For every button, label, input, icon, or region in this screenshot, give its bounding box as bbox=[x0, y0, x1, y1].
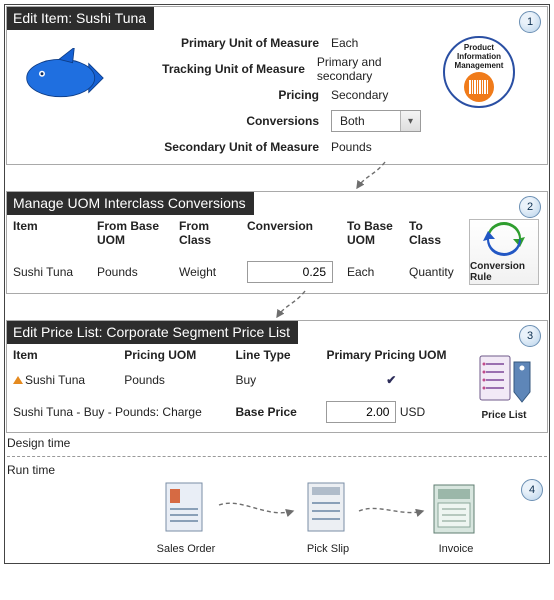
value-tracking-uom: Primary and secondary bbox=[317, 55, 431, 83]
table-header-row: Item From Base UOM From Class Conversion… bbox=[7, 215, 547, 255]
base-price-input[interactable] bbox=[326, 401, 396, 423]
runtime-flow: 4 Sales Order Pick Slip bbox=[5, 479, 549, 563]
chevron-down-icon[interactable]: ▾ bbox=[400, 111, 420, 131]
label-pricing: Pricing bbox=[131, 88, 331, 102]
cell-item: Sushi Tuna bbox=[7, 255, 91, 289]
sales-order-label: Sales Order bbox=[155, 544, 217, 555]
price-list-icon: Price List bbox=[469, 348, 539, 424]
pick-slip-node: Pick Slip bbox=[297, 481, 359, 555]
col-pricing-uom: Pricing UOM bbox=[118, 344, 229, 368]
sales-order-node: Sales Order bbox=[155, 481, 217, 555]
document-icon bbox=[160, 481, 212, 539]
conversion-rule-icon[interactable]: Conversion Rule bbox=[469, 219, 539, 285]
col-item: Item bbox=[7, 215, 91, 255]
panel-title-edit-price-list: Edit Price List: Corporate Segment Price… bbox=[7, 321, 298, 344]
cell-pricing-uom: Pounds bbox=[118, 368, 229, 392]
col-line-type: Line Type bbox=[229, 344, 320, 368]
barcode-icon bbox=[464, 72, 494, 102]
panel-edit-item: 1 Edit Item: Sushi Tuna Primary Unit of … bbox=[6, 6, 548, 165]
check-icon: ✔ bbox=[320, 368, 462, 392]
step-badge-4: 4 bbox=[521, 479, 543, 501]
col-primary-pricing-uom: Primary Pricing UOM bbox=[320, 344, 462, 368]
panel-edit-price-list: 3 Edit Price List: Corporate Segment Pri… bbox=[6, 320, 548, 433]
label-primary-uom: Primary Unit of Measure bbox=[131, 36, 331, 50]
cell-item: Sushi Tuna bbox=[7, 368, 118, 392]
pim-line3: Management bbox=[455, 61, 504, 70]
flow-arrow-icon bbox=[265, 289, 325, 323]
label-tracking-uom: Tracking Unit of Measure bbox=[131, 62, 317, 76]
pim-badge: Product Information Management bbox=[441, 30, 517, 108]
invoice-node: Invoice bbox=[425, 481, 487, 555]
conversion-rule-label: Conversion Rule bbox=[470, 261, 538, 283]
price-list-table: Item Pricing UOM Line Type Primary Prici… bbox=[7, 344, 547, 428]
pim-line1: Product bbox=[464, 43, 494, 52]
panel-title-edit-item: Edit Item: Sushi Tuna bbox=[7, 7, 154, 30]
cycle-arrows-icon bbox=[483, 221, 525, 257]
pim-line2: Information bbox=[457, 52, 501, 61]
triangle-icon bbox=[13, 376, 23, 384]
cell-from-base: Pounds bbox=[91, 255, 173, 289]
diagram-frame: 1 Edit Item: Sushi Tuna Primary Unit of … bbox=[4, 4, 550, 564]
cell-line-type: Buy bbox=[229, 368, 320, 392]
uom-table: Item From Base UOM From Class Conversion… bbox=[7, 215, 547, 289]
select-conversions-value: Both bbox=[332, 114, 400, 128]
currency-label: USD bbox=[400, 405, 425, 419]
col-conversion: Conversion bbox=[241, 215, 341, 255]
col-to-base: To Base UOM bbox=[341, 215, 403, 255]
cell-to-base: Each bbox=[341, 255, 403, 289]
flow-arrow-icon bbox=[217, 499, 297, 523]
flow-arrow-icon bbox=[357, 501, 427, 523]
design-time-label: Design time bbox=[5, 434, 549, 452]
invoice-label: Invoice bbox=[425, 544, 487, 555]
invoice-icon bbox=[430, 481, 482, 539]
document-icon bbox=[302, 481, 354, 539]
cell-to-class: Quantity bbox=[403, 255, 463, 289]
cell-from-class: Weight bbox=[173, 255, 241, 289]
flow-arrow-icon bbox=[345, 160, 405, 194]
panel-manage-uom: 2 Manage UOM Interclass Conversions Item… bbox=[6, 191, 548, 294]
run-time-label: Run time bbox=[5, 461, 549, 479]
table-header-row: Item Pricing UOM Line Type Primary Prici… bbox=[7, 344, 547, 368]
label-secondary-uom: Secondary Unit of Measure bbox=[131, 140, 331, 154]
panel-title-manage-uom: Manage UOM Interclass Conversions bbox=[7, 192, 254, 215]
col-to-class: To Class bbox=[403, 215, 463, 255]
col-from-class: From Class bbox=[173, 215, 241, 255]
base-price-label: Base Price bbox=[229, 391, 320, 428]
pick-slip-label: Pick Slip bbox=[297, 544, 359, 555]
step-badge-3: 3 bbox=[519, 325, 541, 347]
label-conversions: Conversions bbox=[131, 114, 331, 128]
base-price-charge-label: Sushi Tuna - Buy - Pounds: Charge bbox=[7, 391, 229, 428]
step-badge-2: 2 bbox=[519, 196, 541, 218]
conversion-input[interactable] bbox=[247, 261, 333, 283]
price-list-label: Price List bbox=[481, 410, 526, 421]
col-from-base: From Base UOM bbox=[91, 215, 173, 255]
fish-icon bbox=[25, 48, 110, 108]
value-primary-uom: Each bbox=[331, 36, 358, 50]
value-pricing: Secondary bbox=[331, 88, 388, 102]
select-conversions[interactable]: Both ▾ bbox=[331, 110, 421, 132]
value-secondary-uom: Pounds bbox=[331, 140, 372, 154]
step-badge-1: 1 bbox=[519, 11, 541, 33]
col-item: Item bbox=[7, 344, 118, 368]
dashed-separator bbox=[7, 456, 547, 457]
clipboard-tag-icon bbox=[474, 352, 534, 406]
